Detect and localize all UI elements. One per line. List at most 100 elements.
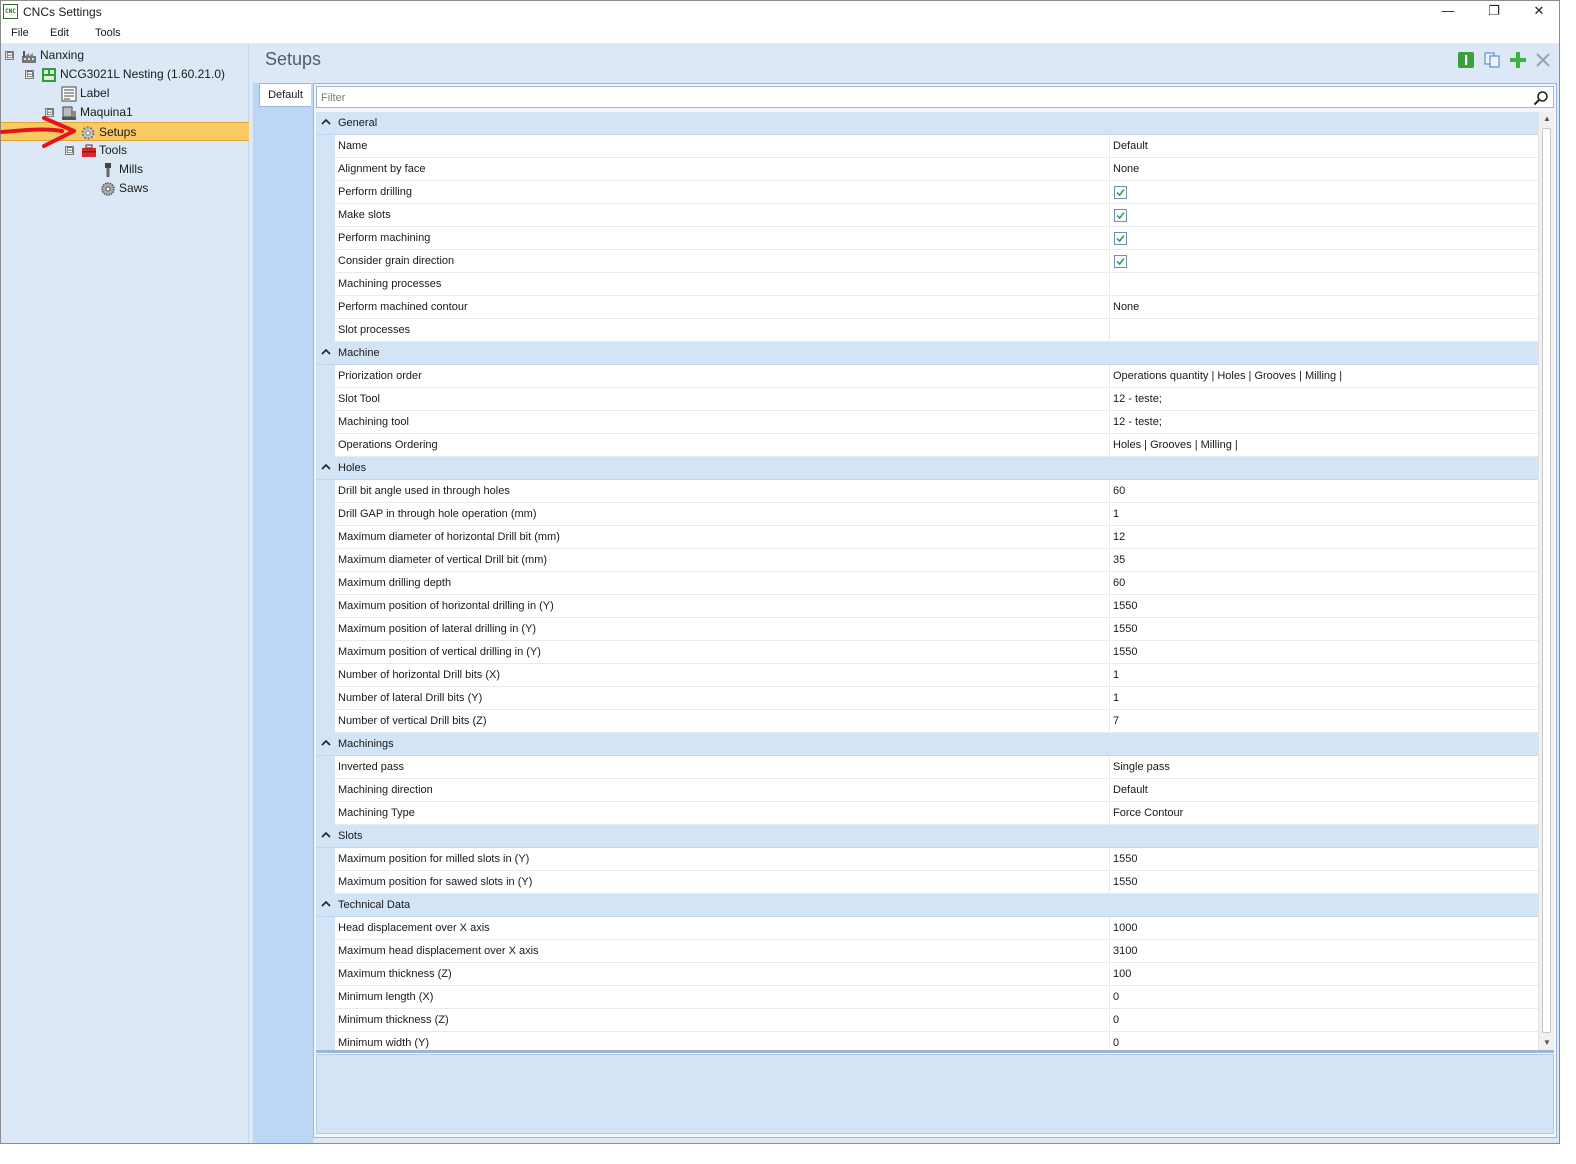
property-row[interactable]: Machining direction Default xyxy=(316,779,1538,802)
property-row[interactable]: Drill bit angle used in through holes 60 xyxy=(316,480,1538,503)
property-value[interactable]: Holes | Grooves | Milling | xyxy=(1111,434,1538,457)
menu-file[interactable]: File xyxy=(11,27,29,39)
checkbox-checked-icon[interactable] xyxy=(1114,186,1127,199)
tree-node-label[interactable]: Label xyxy=(1,84,249,103)
vertical-scrollbar[interactable]: ▲ ▼ xyxy=(1538,112,1554,1050)
scrollbar-thumb[interactable] xyxy=(1542,128,1551,1033)
property-value[interactable]: 0 xyxy=(1111,1009,1538,1032)
property-row[interactable]: Maximum position of vertical drilling in… xyxy=(316,641,1538,664)
property-row[interactable]: Maximum head displacement over X axis 310… xyxy=(316,940,1538,963)
collapse-chevron-icon[interactable] xyxy=(320,898,332,910)
description-splitter[interactable] xyxy=(316,1050,1554,1053)
collapse-chevron-icon[interactable] xyxy=(320,737,332,749)
collapse-toggle[interactable]: ⊟ xyxy=(5,51,14,60)
property-value[interactable] xyxy=(1111,204,1538,227)
property-value[interactable]: Force Contour xyxy=(1111,802,1538,825)
title-bar[interactable]: CNC CNCs Settings — ❐ ✕ xyxy=(1,1,1559,23)
property-row[interactable]: Slot Tool 12 - teste; xyxy=(316,388,1538,411)
add-icon[interactable] xyxy=(1509,51,1527,69)
property-row[interactable]: Maximum thickness (Z) 100 xyxy=(316,963,1538,986)
property-row[interactable]: Perform machined contour None xyxy=(316,296,1538,319)
filter-input[interactable] xyxy=(321,90,1521,106)
category-row[interactable]: Slots xyxy=(316,825,1538,848)
category-row[interactable]: General xyxy=(316,112,1538,135)
property-row[interactable]: Maximum diameter of vertical Drill bit (… xyxy=(316,549,1538,572)
property-row[interactable]: Name Default xyxy=(316,135,1538,158)
property-value[interactable]: 0 xyxy=(1111,1032,1538,1050)
property-row[interactable]: Maximum position for sawed slots in (Y) 1… xyxy=(316,871,1538,894)
property-value[interactable]: 1000 xyxy=(1111,917,1538,940)
property-row[interactable]: Number of vertical Drill bits (Z) 7 xyxy=(316,710,1538,733)
property-value[interactable] xyxy=(1111,319,1538,342)
checkbox-checked-icon[interactable] xyxy=(1114,255,1127,268)
category-row[interactable]: Machinings xyxy=(316,733,1538,756)
checkbox-checked-icon[interactable] xyxy=(1114,209,1127,222)
menu-edit[interactable]: Edit xyxy=(50,27,69,39)
property-row[interactable]: Alignment by face None xyxy=(316,158,1538,181)
collapse-chevron-icon[interactable] xyxy=(320,461,332,473)
minimize-button[interactable]: — xyxy=(1425,1,1471,23)
collapse-toggle[interactable]: ⊟ xyxy=(25,70,34,79)
property-value[interactable]: None xyxy=(1111,158,1538,181)
property-value[interactable]: Default xyxy=(1111,135,1538,158)
property-value[interactable]: 1550 xyxy=(1111,871,1538,894)
property-value[interactable]: 1550 xyxy=(1111,595,1538,618)
property-row[interactable]: Maximum position of horizontal drilling … xyxy=(316,595,1538,618)
tree-node-saws[interactable]: Saws xyxy=(1,179,249,198)
property-row[interactable]: Inverted pass Single pass xyxy=(316,756,1538,779)
tree-node-nanxing[interactable]: ⊟ Nanxing xyxy=(1,46,249,65)
close-icon[interactable] xyxy=(1534,51,1552,69)
property-row[interactable]: Perform drilling xyxy=(316,181,1538,204)
scroll-down-icon[interactable]: ▼ xyxy=(1539,1036,1555,1050)
search-icon[interactable] xyxy=(1533,90,1549,106)
property-value[interactable]: 12 xyxy=(1111,526,1538,549)
property-row[interactable]: Minimum width (Y) 0 xyxy=(316,1032,1538,1050)
property-value[interactable]: 60 xyxy=(1111,572,1538,595)
property-row[interactable]: Machining Type Force Contour xyxy=(316,802,1538,825)
checkbox-checked-icon[interactable] xyxy=(1114,232,1127,245)
property-row[interactable]: Minimum length (X) 0 xyxy=(316,986,1538,1009)
property-value[interactable]: 35 xyxy=(1111,549,1538,572)
property-value[interactable]: 60 xyxy=(1111,480,1538,503)
property-value[interactable] xyxy=(1111,250,1538,273)
scroll-up-icon[interactable]: ▲ xyxy=(1539,112,1555,126)
category-row[interactable]: Holes xyxy=(316,457,1538,480)
close-window-button[interactable]: ✕ xyxy=(1516,1,1562,23)
property-row[interactable]: Maximum drilling depth 60 xyxy=(316,572,1538,595)
restore-button[interactable]: ❐ xyxy=(1471,1,1517,23)
property-row[interactable]: Priorization order Operations quantity | … xyxy=(316,365,1538,388)
menu-tools[interactable]: Tools xyxy=(95,27,121,39)
property-value[interactable]: 12 - teste; xyxy=(1111,388,1538,411)
tab-default[interactable]: Default xyxy=(259,83,311,107)
property-value[interactable]: 1 xyxy=(1111,687,1538,710)
property-row[interactable]: Maximum position of lateral drilling in … xyxy=(316,618,1538,641)
property-value[interactable]: 1550 xyxy=(1111,618,1538,641)
property-row[interactable]: Number of lateral Drill bits (Y) 1 xyxy=(316,687,1538,710)
property-row[interactable]: Perform machining xyxy=(316,227,1538,250)
property-row[interactable]: Make slots xyxy=(316,204,1538,227)
collapse-chevron-icon[interactable] xyxy=(320,116,332,128)
property-row[interactable]: Maximum diameter of horizontal Drill bit… xyxy=(316,526,1538,549)
property-value[interactable]: 1 xyxy=(1111,664,1538,687)
property-value[interactable]: None xyxy=(1111,296,1538,319)
property-value[interactable] xyxy=(1111,181,1538,204)
property-value[interactable]: 0 xyxy=(1111,986,1538,1009)
property-row[interactable]: Consider grain direction xyxy=(316,250,1538,273)
property-row[interactable]: Head displacement over X axis 1000 xyxy=(316,917,1538,940)
collapse-chevron-icon[interactable] xyxy=(320,346,332,358)
property-row[interactable]: Minimum thickness (Z) 0 xyxy=(316,1009,1538,1032)
collapse-chevron-icon[interactable] xyxy=(320,829,332,841)
property-value[interactable]: 100 xyxy=(1111,963,1538,986)
property-value[interactable]: 7 xyxy=(1111,710,1538,733)
category-row[interactable]: Technical Data xyxy=(316,894,1538,917)
property-value[interactable] xyxy=(1111,227,1538,250)
tree-node-nesting[interactable]: ⊟ NCG3021L Nesting (1.60.21.0) xyxy=(1,65,249,84)
info-icon[interactable] xyxy=(1457,51,1475,69)
property-row[interactable]: Machining tool 12 - teste; xyxy=(316,411,1538,434)
property-value[interactable]: 12 - teste; xyxy=(1111,411,1538,434)
property-row[interactable]: Operations Ordering Holes | Grooves | Mil… xyxy=(316,434,1538,457)
property-row[interactable]: Drill GAP in through hole operation (mm)… xyxy=(316,503,1538,526)
copy-icon[interactable] xyxy=(1483,51,1501,69)
property-value[interactable]: 1550 xyxy=(1111,848,1538,871)
property-value[interactable]: Default xyxy=(1111,779,1538,802)
